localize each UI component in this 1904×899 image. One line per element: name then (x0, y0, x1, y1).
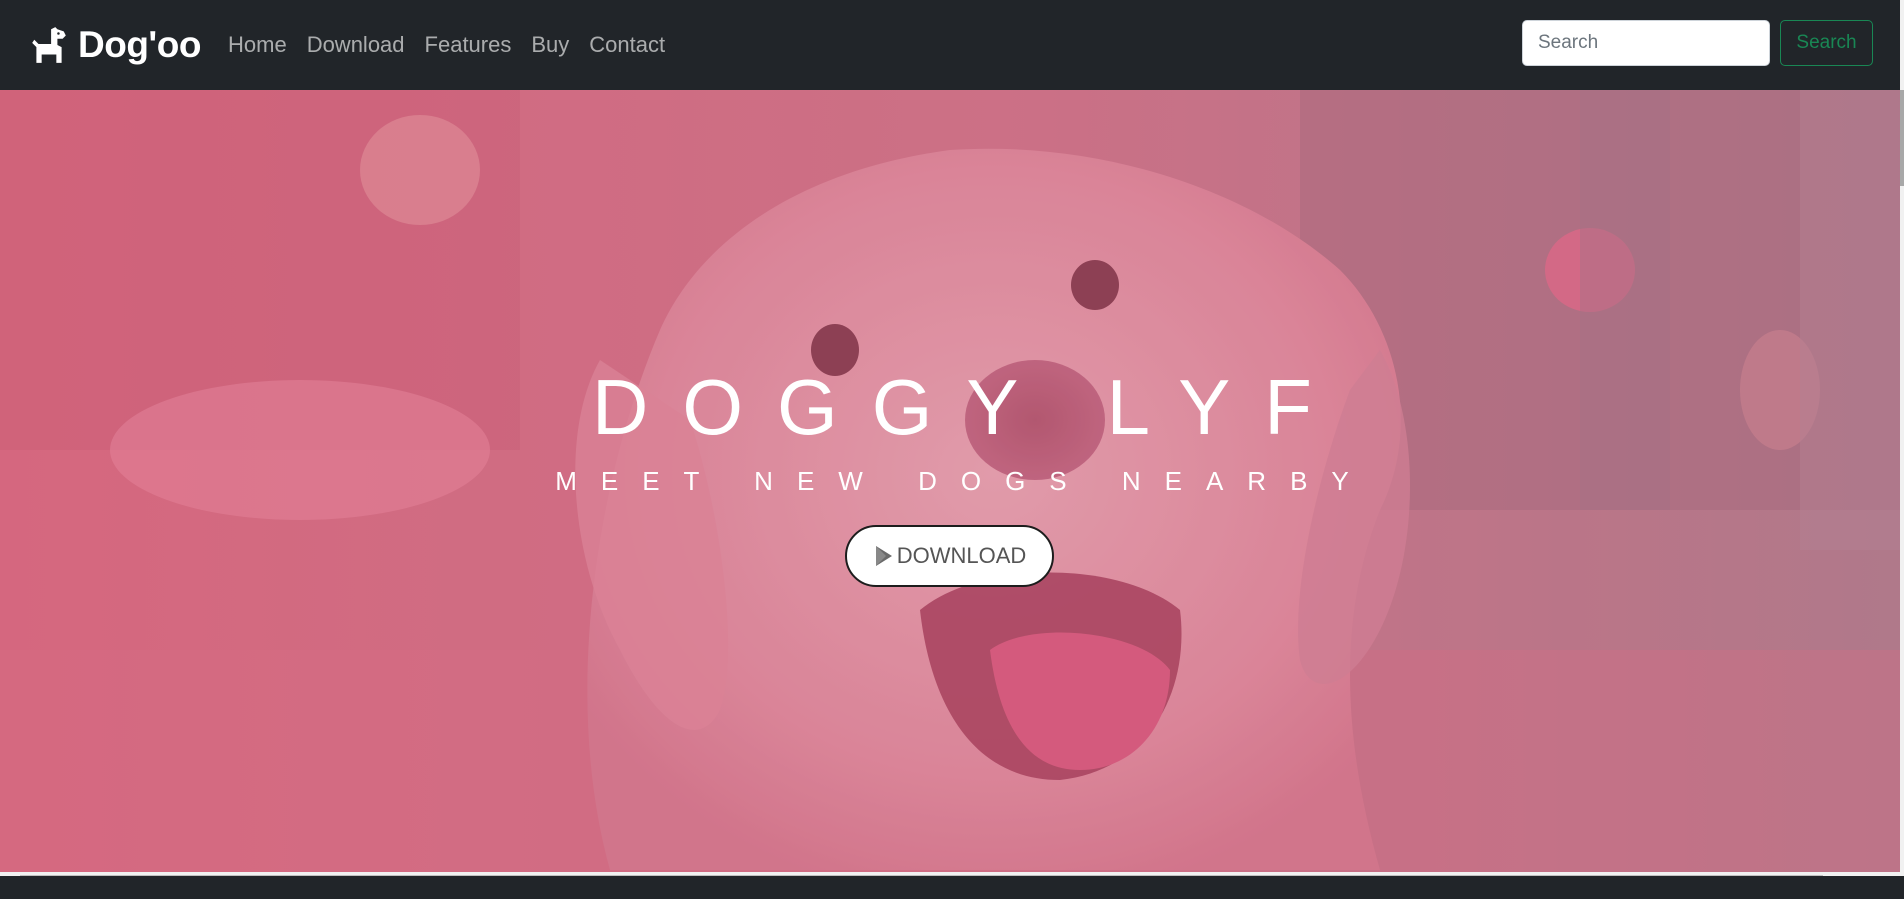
dog-icon (32, 27, 66, 63)
horizontal-scroll-thumb[interactable] (20, 875, 1823, 876)
brand-name: Dog'oo (78, 24, 201, 65)
nav-home[interactable]: Home (218, 34, 297, 56)
browser-viewport: Dog'oo Home Download Features Buy Contac… (0, 0, 1904, 876)
nav-buy[interactable]: Buy (521, 34, 579, 56)
hero-title: DOGGY LYF (592, 363, 1346, 451)
hero-section: DOGGY LYF MEET NEW DOGS NEARBY DOWNLOAD (0, 90, 1904, 872)
horizontal-scrollbar[interactable] (0, 872, 1904, 876)
scroll-left-arrow-icon[interactable] (0, 872, 18, 876)
download-button-label: DOWNLOAD (896, 543, 1027, 568)
hero-subtitle: MEET NEW DOGS NEARBY (555, 466, 1373, 496)
brand-link[interactable]: Dog'oo (28, 20, 201, 70)
nav-features[interactable]: Features (415, 34, 522, 56)
main-nav: Home Download Features Buy Contact (218, 0, 675, 90)
top-navbar: Dog'oo Home Download Features Buy Contac… (0, 0, 1904, 90)
vertical-scrollbar[interactable] (1900, 0, 1904, 872)
nav-download[interactable]: Download (297, 34, 415, 56)
scroll-right-arrow-icon[interactable] (1882, 872, 1900, 876)
download-button[interactable]: DOWNLOAD (845, 525, 1054, 587)
vertical-scroll-thumb[interactable] (1900, 90, 1904, 186)
search-button[interactable]: Search (1780, 20, 1873, 66)
nav-contact[interactable]: Contact (579, 34, 675, 56)
play-store-icon (875, 546, 892, 566)
search-input[interactable] (1522, 20, 1770, 66)
